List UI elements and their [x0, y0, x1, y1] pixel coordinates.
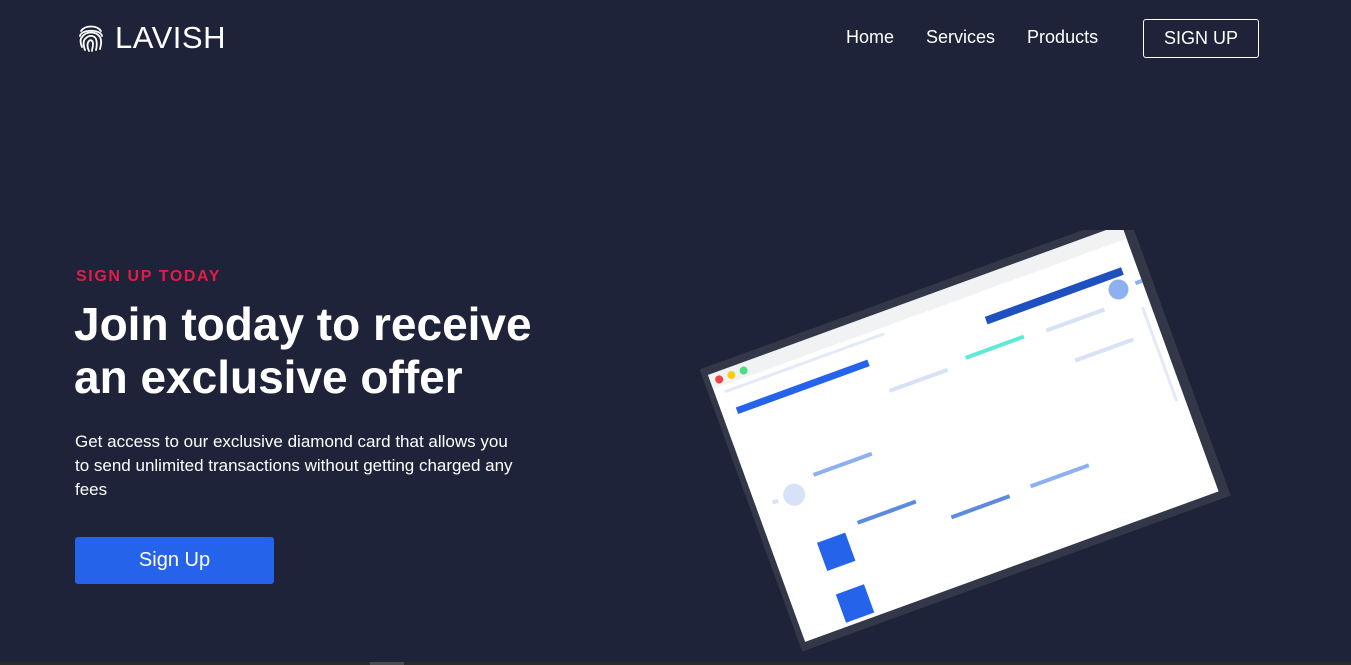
hero-sign-up-button[interactable]: Sign Up [75, 537, 274, 584]
hero-eyebrow: SIGN UP TODAY [76, 268, 221, 285]
headline-line-1: Join today to receive [74, 298, 532, 350]
main-nav: Home Services Products [846, 26, 1130, 48]
headline-line-2: an exclusive offer [74, 351, 463, 403]
brand-name: LAVISH [115, 20, 226, 55]
hero-headline: Join today to receive an exclusive offer [74, 298, 634, 404]
dashboard-illustration [690, 230, 1250, 665]
hero-subtext: Get access to our exclusive diamond card… [75, 432, 513, 499]
fingerprint-icon [79, 25, 103, 52]
nav-products-link[interactable]: Products [1027, 26, 1098, 48]
nav-services-link[interactable]: Services [926, 26, 995, 48]
nav-sign-up-button[interactable]: SIGN UP [1143, 19, 1259, 58]
landing-page: LAVISH Home Services Products SIGN UP SI… [0, 0, 1351, 665]
nav-home-link[interactable]: Home [846, 26, 894, 48]
logo[interactable]: LAVISH [77, 20, 226, 56]
